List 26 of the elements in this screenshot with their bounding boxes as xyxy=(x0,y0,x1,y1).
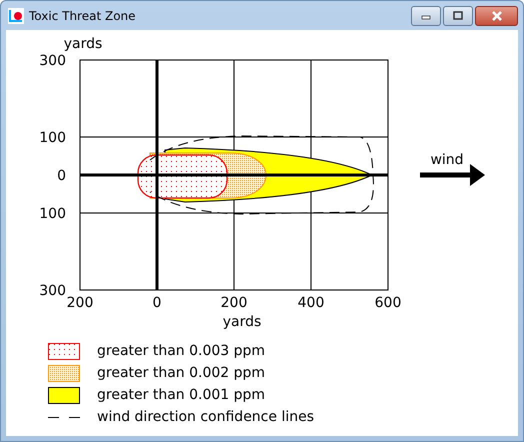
wind-arrow xyxy=(420,164,485,186)
legend-label: wind direction confidence lines xyxy=(97,409,314,425)
app-icon xyxy=(8,8,24,24)
tick-label: 600 xyxy=(374,295,402,311)
tick-label: 200 xyxy=(66,295,94,311)
legend-label: greater than 0.003 ppm xyxy=(97,343,266,359)
minimize-button[interactable] xyxy=(411,6,441,26)
maximize-button[interactable] xyxy=(443,6,473,26)
tick-label: 0 xyxy=(57,168,66,184)
tick-label: 300 xyxy=(39,283,66,299)
axis-title: yards xyxy=(64,36,102,52)
tick-label: 100 xyxy=(39,206,66,222)
wind-label: wind xyxy=(430,152,464,168)
tick-label: 0 xyxy=(152,295,162,311)
maximize-icon xyxy=(452,11,464,21)
tick-label: 300 xyxy=(39,53,66,69)
close-button[interactable] xyxy=(475,6,518,26)
tick-label: 200 xyxy=(220,295,248,311)
axis-title: yards xyxy=(222,314,262,330)
legend-label: greater than 0.001 ppm xyxy=(97,387,266,403)
legend-label: greater than 0.002 ppm xyxy=(97,365,266,381)
dashed-line-icon xyxy=(48,416,80,418)
window-title: Toxic Threat Zone xyxy=(29,8,136,22)
tick-label: 400 xyxy=(298,295,324,311)
tick-label: 100 xyxy=(39,130,66,146)
close-icon xyxy=(490,11,504,21)
